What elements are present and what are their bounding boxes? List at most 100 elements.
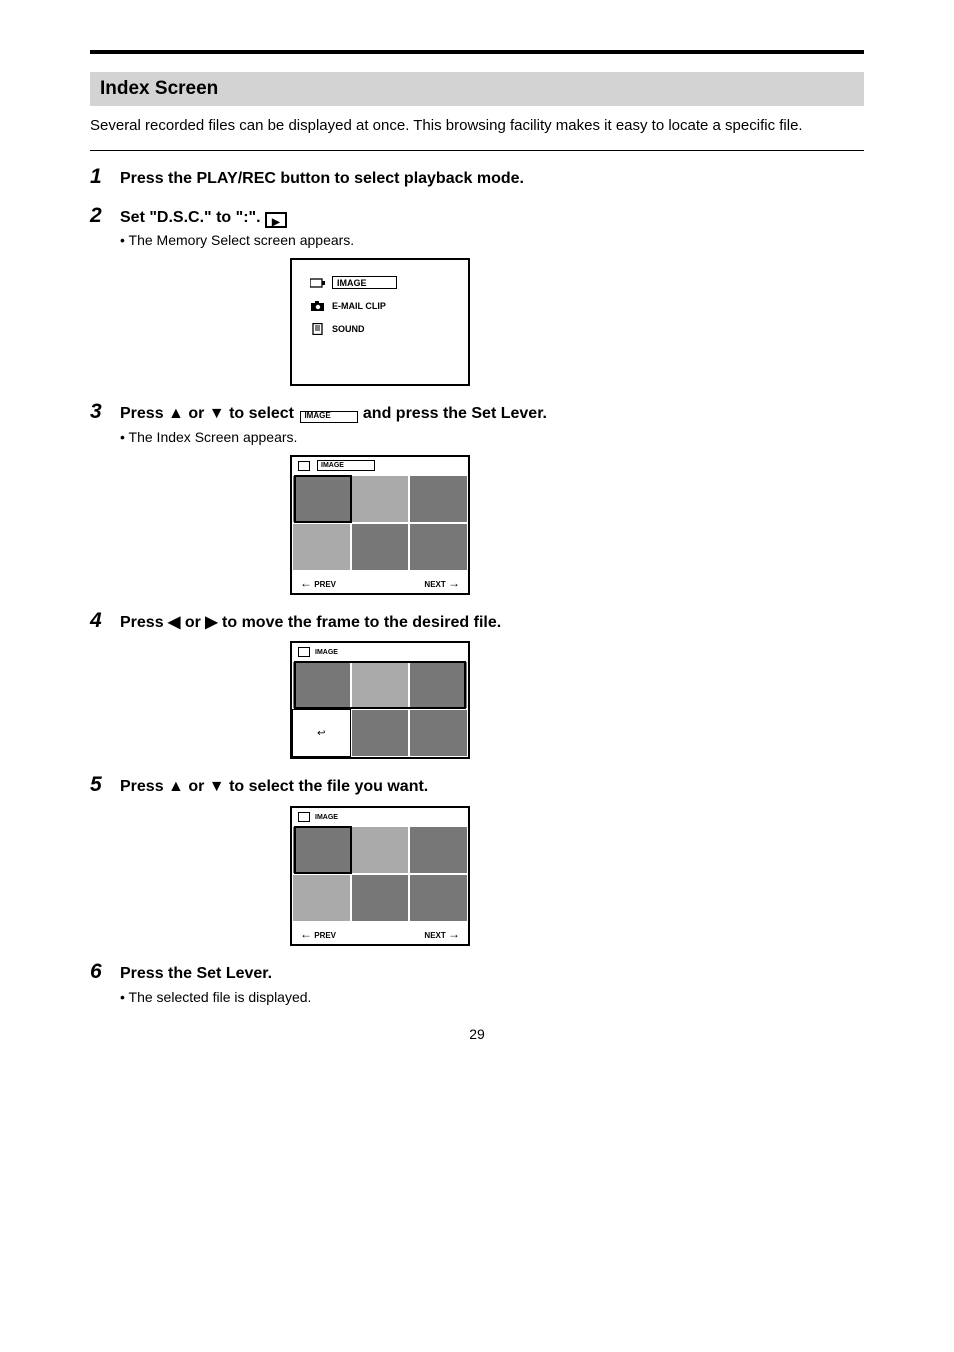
down-icon: ▼ (209, 778, 225, 795)
prev-arrow-icon: ← (300, 576, 312, 590)
right-icon: ▶ (205, 614, 217, 631)
mem-exec-label: E-MAIL CLIP (332, 301, 386, 311)
up-icon: ▲ (168, 778, 184, 795)
index-1-foot: ← PREV NEXT → (292, 571, 468, 595)
index-screen-2-top: IMAGE (292, 643, 468, 661)
image-sel-box: IMAGE (300, 411, 358, 423)
index-2-grid: ↩ (292, 661, 468, 757)
index-screen-1-top: IMAGE (292, 457, 468, 475)
index-3-foot: ← PREV NEXT → (292, 922, 468, 946)
next-arrow-icon: → (448, 927, 460, 941)
thumb (292, 523, 351, 571)
thumb (351, 475, 410, 523)
step-6: 6 Press the Set Lever. • The selected fi… (90, 960, 864, 1006)
step-4-c: to move the frame to the desired file. (222, 614, 501, 631)
step-5-c: to select the file you want. (229, 778, 428, 795)
step-1: 1 Press the PLAY/REC button to select pl… (90, 165, 864, 190)
index-1-sel: IMAGE (317, 460, 375, 471)
memcard-icon (298, 812, 310, 822)
step-list: 1 Press the PLAY/REC button to select pl… (90, 165, 864, 1006)
step-num: 2 (90, 204, 120, 228)
page-number: 29 (469, 1026, 485, 1042)
page-root: Index Screen Several recorded files can … (0, 0, 954, 1082)
index-screen-1: IMAGE ↩ (290, 455, 470, 595)
step-2-prefix: Set "D.S.C." to ":". (120, 209, 261, 226)
step-num: 5 (90, 773, 120, 797)
step-3-text: Press ▲ or ▼ to select IMAGE and press t… (120, 403, 547, 425)
step-num: 4 (90, 609, 120, 633)
mem-row-sound: SOUND (310, 323, 450, 335)
next-arrow-icon: → (448, 576, 460, 590)
prev-label: PREV (314, 931, 336, 940)
step-num: 1 (90, 165, 120, 189)
top-rule (90, 50, 864, 54)
step-6-text: Press the Set Lever. (120, 963, 272, 985)
thumb (409, 874, 468, 922)
next-label: NEXT (424, 580, 445, 589)
index-screen-1-wrap: IMAGE ↩ (290, 455, 864, 595)
mem-image-label: IMAGE (337, 278, 367, 288)
return-glyph: ↩ (317, 728, 325, 739)
section-banner: Index Screen (90, 72, 864, 106)
step-3-c: to select (229, 405, 298, 422)
thumb (351, 523, 410, 571)
memcard-icon (298, 647, 310, 657)
memcard-icon (298, 461, 310, 471)
thumb (409, 661, 468, 709)
memory-select-screen-wrap: IMAGE E-MAIL CLIP SOUND (290, 258, 864, 386)
step-4: 4 Press ◀ or ▶ to move the frame to the … (90, 609, 864, 760)
mem-image-sel: IMAGE (332, 276, 397, 289)
step-2: 2 Set "D.S.C." to ":". ▶ • The Memory Se… (90, 204, 864, 386)
mem-row-image: IMAGE (310, 276, 450, 289)
step-5-a: Press (120, 778, 168, 795)
index-2-label: IMAGE (315, 649, 338, 656)
up-icon: ▲ (168, 405, 184, 422)
index-3-grid (292, 826, 468, 922)
index-screen-2-wrap: IMAGE ↩ (290, 641, 864, 759)
index-screen-3: IMAGE ↩ (290, 806, 470, 946)
step-6-note: • The selected file is displayed. (120, 988, 864, 1007)
thumb (292, 475, 351, 523)
step-4-text: Press ◀ or ▶ to move the frame to the de… (120, 612, 501, 634)
thumb (409, 475, 468, 523)
image-sel-label: IMAGE (304, 411, 330, 422)
thumb (292, 874, 351, 922)
step-2-text: Set "D.S.C." to ":". ▶ (120, 207, 287, 229)
left-icon: ◀ (168, 614, 180, 631)
index-1-grid (292, 475, 468, 571)
camera-icon (310, 300, 326, 312)
down-icon: ▼ (209, 405, 225, 422)
step-4-a: Press (120, 614, 168, 631)
page-footer: 29 (90, 1026, 864, 1042)
step-3-b: or (188, 405, 208, 422)
film-icon (310, 277, 326, 289)
playback-glyph: ▶ (272, 216, 280, 230)
step-num: 3 (90, 400, 120, 424)
step-4-b: or (185, 614, 205, 631)
step-3-a: Press (120, 405, 168, 422)
step-3-d: and press the Set Lever. (363, 405, 547, 422)
index-3-label: IMAGE (315, 814, 338, 821)
next-label: NEXT (424, 931, 445, 940)
thumb (292, 826, 351, 874)
thumb (351, 874, 410, 922)
thumb (351, 661, 410, 709)
index-screen-3-top: IMAGE (292, 808, 468, 826)
step-5-text: Press ▲ or ▼ to select the file you want… (120, 776, 428, 798)
step-6-note-text: The selected file is displayed. (129, 989, 312, 1005)
thumb (351, 826, 410, 874)
index-screen-3-wrap: IMAGE ↩ (290, 806, 864, 946)
doc-icon (310, 323, 326, 335)
prev-arrow-icon: ← (300, 927, 312, 941)
step-num: 6 (90, 960, 120, 984)
step-2-note-text: The Memory Select screen appears. (129, 232, 355, 248)
thumb (409, 826, 468, 874)
playback-icon: ▶ (265, 212, 287, 228)
thumb (409, 709, 468, 757)
index-1-sel-label: IMAGE (321, 462, 344, 469)
prev-label: PREV (314, 580, 336, 589)
section-intro: Several recorded files can be displayed … (90, 116, 864, 136)
step-2-note: • The Memory Select screen appears. (120, 231, 864, 250)
memory-select-screen: IMAGE E-MAIL CLIP SOUND (290, 258, 470, 386)
index-screen-2: IMAGE ↩ (290, 641, 470, 759)
